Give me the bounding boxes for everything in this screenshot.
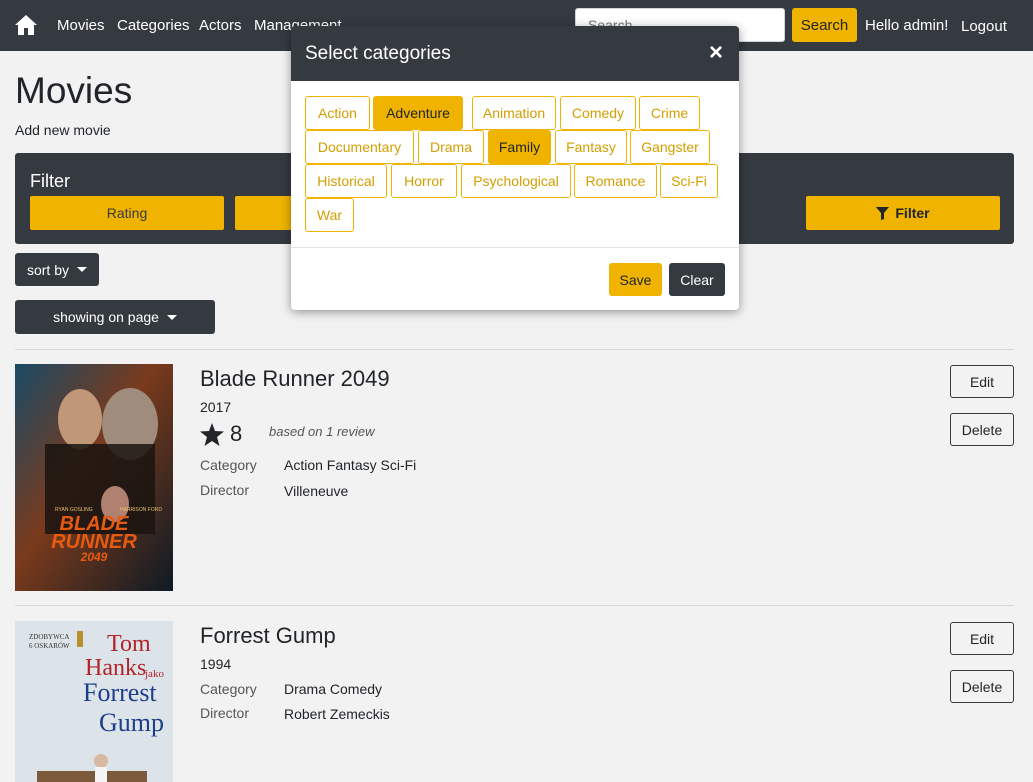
filter-label: Filter bbox=[30, 171, 70, 191]
edit-button[interactable]: Edit bbox=[950, 365, 1014, 398]
funnel-icon bbox=[876, 206, 890, 220]
delete-button[interactable]: Delete bbox=[950, 670, 1014, 703]
director-value: Robert Zemeckis bbox=[284, 706, 390, 722]
poster-text: 2049 bbox=[80, 550, 108, 564]
category-value: Action Fantasy Sci-Fi bbox=[284, 457, 417, 473]
divider bbox=[15, 349, 1014, 350]
category-chip-romance[interactable]: Romance bbox=[574, 164, 657, 198]
category-chip-drama[interactable]: Drama bbox=[418, 130, 484, 164]
nav-link-categories[interactable]: Categories bbox=[117, 17, 190, 34]
modal-header: Select categories × bbox=[291, 26, 739, 81]
category-chip-family[interactable]: Family bbox=[488, 130, 551, 164]
category-chip-fantasy[interactable]: Fantasy bbox=[555, 130, 627, 164]
greeting-text: Hello admin! bbox=[865, 17, 949, 34]
category-label: Category bbox=[200, 681, 257, 697]
select-categories-modal: Select categories × Action Adventure Anima… bbox=[291, 26, 739, 310]
movie-poster[interactable]: ZDOBYWCA 6 OSKARÓW Tom Hanks jako Forres… bbox=[15, 621, 173, 782]
poster-text: Forrest bbox=[83, 678, 157, 707]
movie-year: 1994 bbox=[200, 656, 232, 672]
poster-text: Gump bbox=[99, 708, 164, 737]
category-chip-adventure[interactable]: Adventure bbox=[373, 96, 463, 130]
poster-text: Tom bbox=[107, 631, 151, 657]
nav-link-movies[interactable]: Movies bbox=[57, 17, 105, 34]
logout-link[interactable]: Logout bbox=[961, 18, 1007, 35]
delete-button[interactable]: Delete bbox=[950, 413, 1014, 446]
forrest-gump-poster-image: ZDOBYWCA 6 OSKARÓW Tom Hanks jako Forres… bbox=[15, 621, 173, 782]
clear-button[interactable]: Clear bbox=[669, 263, 725, 296]
rating-display: 8 bbox=[200, 421, 242, 447]
edit-button[interactable]: Edit bbox=[950, 622, 1014, 655]
category-label: Category bbox=[200, 457, 257, 473]
category-chip-historical[interactable]: Historical bbox=[305, 164, 387, 198]
add-movie-link[interactable]: Add new movie bbox=[15, 122, 111, 138]
category-chip-sci-fi[interactable]: Sci-Fi bbox=[660, 164, 718, 198]
search-button[interactable]: Search bbox=[792, 8, 857, 42]
modal-divider bbox=[291, 247, 739, 248]
caret-down-icon bbox=[166, 314, 177, 320]
category-chip-documentary[interactable]: Documentary bbox=[305, 130, 414, 164]
poster-text: 6 OSKARÓW bbox=[29, 642, 70, 650]
category-chip-crime[interactable]: Crime bbox=[639, 96, 700, 130]
review-count: based on 1 review bbox=[269, 424, 375, 439]
rating-value: 8 bbox=[230, 421, 243, 446]
star-icon bbox=[200, 422, 224, 446]
category-chip-psychological[interactable]: Psychological bbox=[461, 164, 571, 198]
category-value: Drama Comedy bbox=[284, 681, 383, 697]
modal-title: Select categories bbox=[305, 43, 451, 64]
director-value: Villeneuve bbox=[284, 483, 349, 499]
filter-submit-label: Filter bbox=[895, 205, 930, 221]
nav-link-actors[interactable]: Actors bbox=[199, 17, 242, 34]
page-title: Movies bbox=[15, 70, 133, 111]
close-icon[interactable]: × bbox=[709, 39, 723, 67]
home-icon[interactable] bbox=[14, 14, 38, 36]
filter-submit-button[interactable]: Filter bbox=[806, 196, 1000, 230]
showing-on-page-dropdown[interactable]: showing on page bbox=[15, 300, 215, 334]
category-chip-gangster[interactable]: Gangster bbox=[630, 130, 710, 164]
category-chip-animation[interactable]: Animation bbox=[472, 96, 556, 130]
movie-year: 2017 bbox=[200, 399, 232, 415]
category-chip-action[interactable]: Action bbox=[305, 96, 370, 130]
divider bbox=[15, 605, 1014, 606]
blade-runner-poster-image: RYAN GOSLING HARRISON FORD BLADE RUNNER … bbox=[15, 364, 173, 591]
save-button[interactable]: Save bbox=[609, 263, 662, 296]
sort-by-dropdown[interactable]: sort by bbox=[15, 253, 99, 286]
director-label: Director bbox=[200, 482, 250, 498]
poster-text: ZDOBYWCA bbox=[29, 633, 69, 641]
movie-title[interactable]: Blade Runner 2049 bbox=[200, 366, 390, 392]
director-label: Director bbox=[200, 705, 250, 721]
category-chip-horror[interactable]: Horror bbox=[391, 164, 457, 198]
category-chip-comedy[interactable]: Comedy bbox=[560, 96, 636, 130]
movie-poster[interactable]: RYAN GOSLING HARRISON FORD BLADE RUNNER … bbox=[15, 364, 173, 591]
showing-on-page-label: showing on page bbox=[53, 309, 159, 325]
movie-title[interactable]: Forrest Gump bbox=[200, 623, 336, 649]
rating-filter-button[interactable]: Rating bbox=[30, 196, 224, 230]
category-chip-war[interactable]: War bbox=[305, 198, 354, 232]
sort-by-label: sort by bbox=[26, 261, 69, 278]
caret-down-icon bbox=[77, 267, 87, 272]
